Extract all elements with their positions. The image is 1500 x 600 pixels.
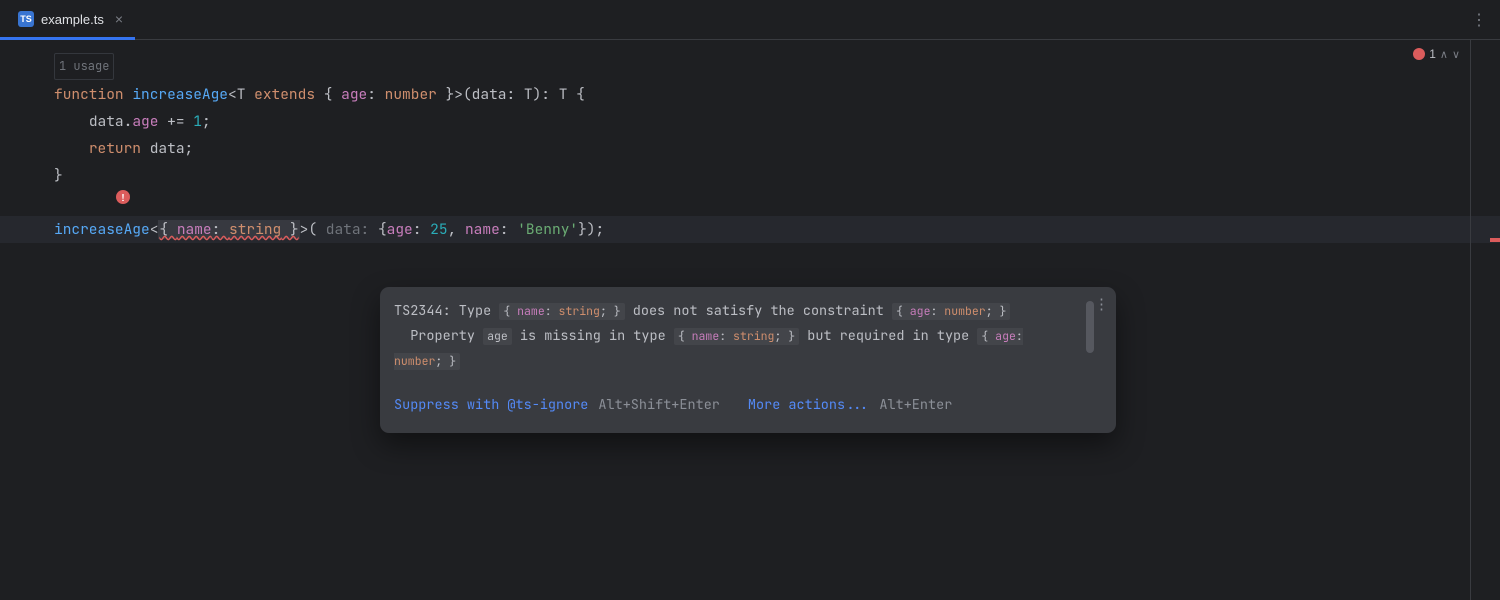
- tab-bar: TS example.ts × ⋮: [0, 0, 1500, 40]
- chevron-down-icon[interactable]: ∨: [1452, 48, 1460, 61]
- more-actions-link[interactable]: More actions...: [748, 392, 870, 419]
- file-tab[interactable]: TS example.ts ×: [0, 1, 135, 40]
- code-line: return data;: [54, 135, 1470, 162]
- tab-group: TS example.ts ×: [0, 0, 135, 39]
- code-line: data.age += 1;: [54, 108, 1470, 135]
- code-line: }: [54, 162, 1470, 189]
- usage-hint[interactable]: 1 usage: [54, 53, 114, 80]
- error-dot-icon: [1413, 48, 1425, 60]
- more-icon[interactable]: ⋮: [1471, 10, 1488, 30]
- typescript-icon: TS: [18, 11, 34, 27]
- error-tooltip: ⋮ TS2344: Type { name: string; } does no…: [380, 287, 1116, 433]
- code-area[interactable]: ! 1 usage function increaseAge<T extends…: [54, 40, 1470, 600]
- close-icon[interactable]: ×: [115, 11, 123, 27]
- tooltip-actions: Suppress with @ts-ignore Alt+Shift+Enter…: [394, 392, 1102, 419]
- tab-filename: example.ts: [41, 12, 104, 27]
- error-bulb-icon[interactable]: !: [116, 190, 130, 204]
- editor: ! 1 usage function increaseAge<T extends…: [0, 40, 1500, 600]
- code-line: function increaseAge<T extends { age: nu…: [54, 81, 1470, 108]
- inspection-widget[interactable]: 1 ∧ ∨: [1413, 47, 1460, 61]
- tooltip-scrollbar[interactable]: [1086, 301, 1094, 353]
- chevron-up-icon[interactable]: ∧: [1440, 48, 1448, 61]
- gutter: [0, 40, 54, 600]
- code-line: [54, 189, 1470, 216]
- error-count: 1: [1429, 47, 1436, 61]
- suppress-shortcut: Alt+Shift+Enter: [598, 392, 720, 419]
- suppress-link[interactable]: Suppress with @ts-ignore: [394, 392, 588, 419]
- status-strip: [1470, 40, 1500, 600]
- code-line-error: increaseAge<{ name: string }>( data: {ag…: [0, 216, 1500, 243]
- more-actions-shortcut: Alt+Enter: [879, 392, 952, 419]
- error-marker[interactable]: [1490, 238, 1500, 242]
- tooltip-message: TS2344: Type { name: string; } does not …: [394, 299, 1102, 374]
